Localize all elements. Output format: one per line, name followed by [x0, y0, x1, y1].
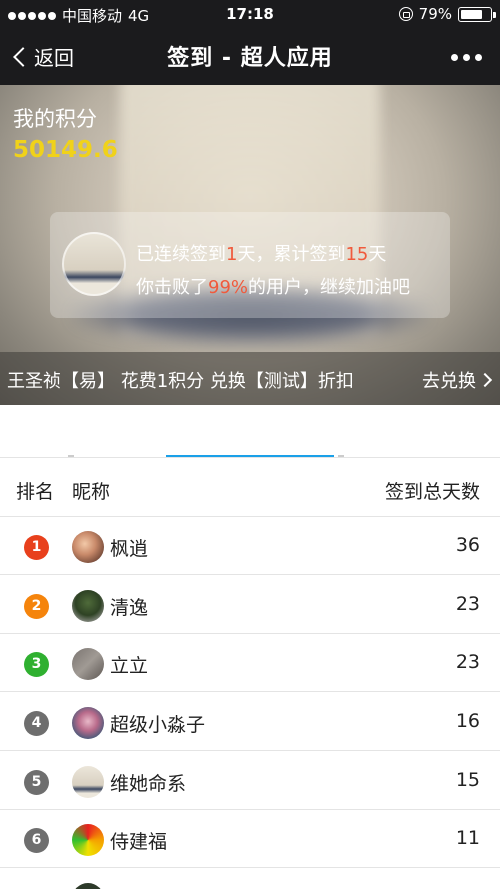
streak-text-b: 天，累计签到 [237, 244, 346, 265]
status-right: 79% [398, 5, 496, 23]
table-row[interactable] [0, 869, 500, 889]
avatar [62, 232, 126, 296]
table-header: 排名 昵称 签到总天数 [0, 459, 500, 517]
sign-days: 15 [455, 769, 480, 791]
header-rank: 排名 [16, 481, 55, 503]
rank-badge: 5 [24, 770, 49, 795]
sign-days: 23 [455, 651, 480, 673]
hero-banner: 我的积分 50149.6 已连续签到1天，累计签到15天 你击败了99%的用户，… [0, 85, 500, 405]
nickname: 枫逍 [110, 538, 149, 560]
total-days: 15 [345, 244, 369, 265]
rank-badge: 6 [24, 828, 49, 853]
avatar [72, 648, 104, 680]
nickname: 超级小淼子 [110, 714, 206, 736]
exchange-link[interactable]: 去兑换 [422, 367, 493, 393]
table-row[interactable]: 5 维她命系 15 [0, 752, 500, 810]
sign-days: 23 [455, 593, 480, 615]
header-nickname: 昵称 [72, 481, 111, 503]
tab-indicator-right [338, 455, 344, 457]
streak-text-c: 天 [368, 244, 387, 265]
avatar [72, 883, 104, 889]
nickname: 侍建福 [110, 831, 168, 853]
chevron-right-icon [477, 372, 493, 388]
table-row[interactable]: 4 超级小淼子 16 [0, 693, 500, 751]
battery-icon [458, 6, 496, 22]
table-row[interactable]: 1 枫逍 36 [0, 517, 500, 575]
avatar [72, 824, 104, 856]
beat-line: 你击败了99%的用户，继续加油吧 [136, 273, 410, 299]
nav-bar: 返回 签到 - 超人应用 [0, 28, 500, 85]
page-title: 签到 - 超人应用 [167, 46, 333, 71]
streak-line: 已连续签到1天，累计签到15天 [136, 240, 386, 266]
streak-days: 1 [226, 244, 238, 265]
rank-badge: 1 [24, 535, 49, 560]
beat-text-a: 你击败了 [136, 277, 208, 298]
status-bar: 中国移动 4G 17:18 79% [0, 0, 500, 28]
exchange-label: 去兑换 [422, 371, 476, 392]
rotation-lock-icon [398, 7, 413, 21]
header-days: 签到总天数 [384, 481, 480, 503]
more-dots-icon[interactable] [451, 54, 482, 61]
tab-active-indicator [166, 455, 334, 457]
nickname: 立立 [110, 655, 149, 677]
table-row[interactable]: 2 清逸 23 [0, 576, 500, 634]
beat-text-b: 的用户，继续加油吧 [248, 277, 411, 298]
exchange-ticker: 王圣祯【易】 花费1积分 兑换【测试】折扣 去兑换 [0, 352, 500, 405]
sign-days: 11 [455, 827, 480, 849]
rank-badge: 3 [24, 652, 49, 677]
avatar [72, 531, 104, 563]
rank-badge: 2 [24, 594, 49, 619]
beat-percent: 99% [208, 277, 249, 298]
rank-badge: 4 [24, 711, 49, 736]
nickname: 维她命系 [110, 773, 187, 795]
ticker-message: 王圣祯【易】 花费1积分 兑换【测试】折扣 [7, 371, 354, 392]
battery-fill [461, 9, 482, 19]
avatar [72, 707, 104, 739]
sign-days: 36 [455, 534, 480, 556]
score-value: 50149.6 [13, 137, 118, 163]
app-root: 中国移动 4G 17:18 79% 返回 签到 - 超人应用 我的积分 5014… [0, 0, 500, 889]
streak-text-a: 已连续签到 [136, 244, 226, 265]
table-row[interactable]: 3 立立 23 [0, 634, 500, 692]
avatar [72, 766, 104, 798]
sign-days: 16 [455, 710, 480, 732]
table-row[interactable]: 6 侍建福 11 [0, 810, 500, 868]
score-label: 我的积分 [13, 107, 97, 131]
nickname: 清逸 [110, 597, 149, 619]
tab-bar[interactable] [0, 405, 500, 458]
sign-in-card: 已连续签到1天，累计签到15天 你击败了99%的用户，继续加油吧 [50, 212, 450, 318]
tab-indicator-left [68, 455, 74, 457]
avatar [72, 590, 104, 622]
battery-percent: 79% [418, 5, 452, 23]
